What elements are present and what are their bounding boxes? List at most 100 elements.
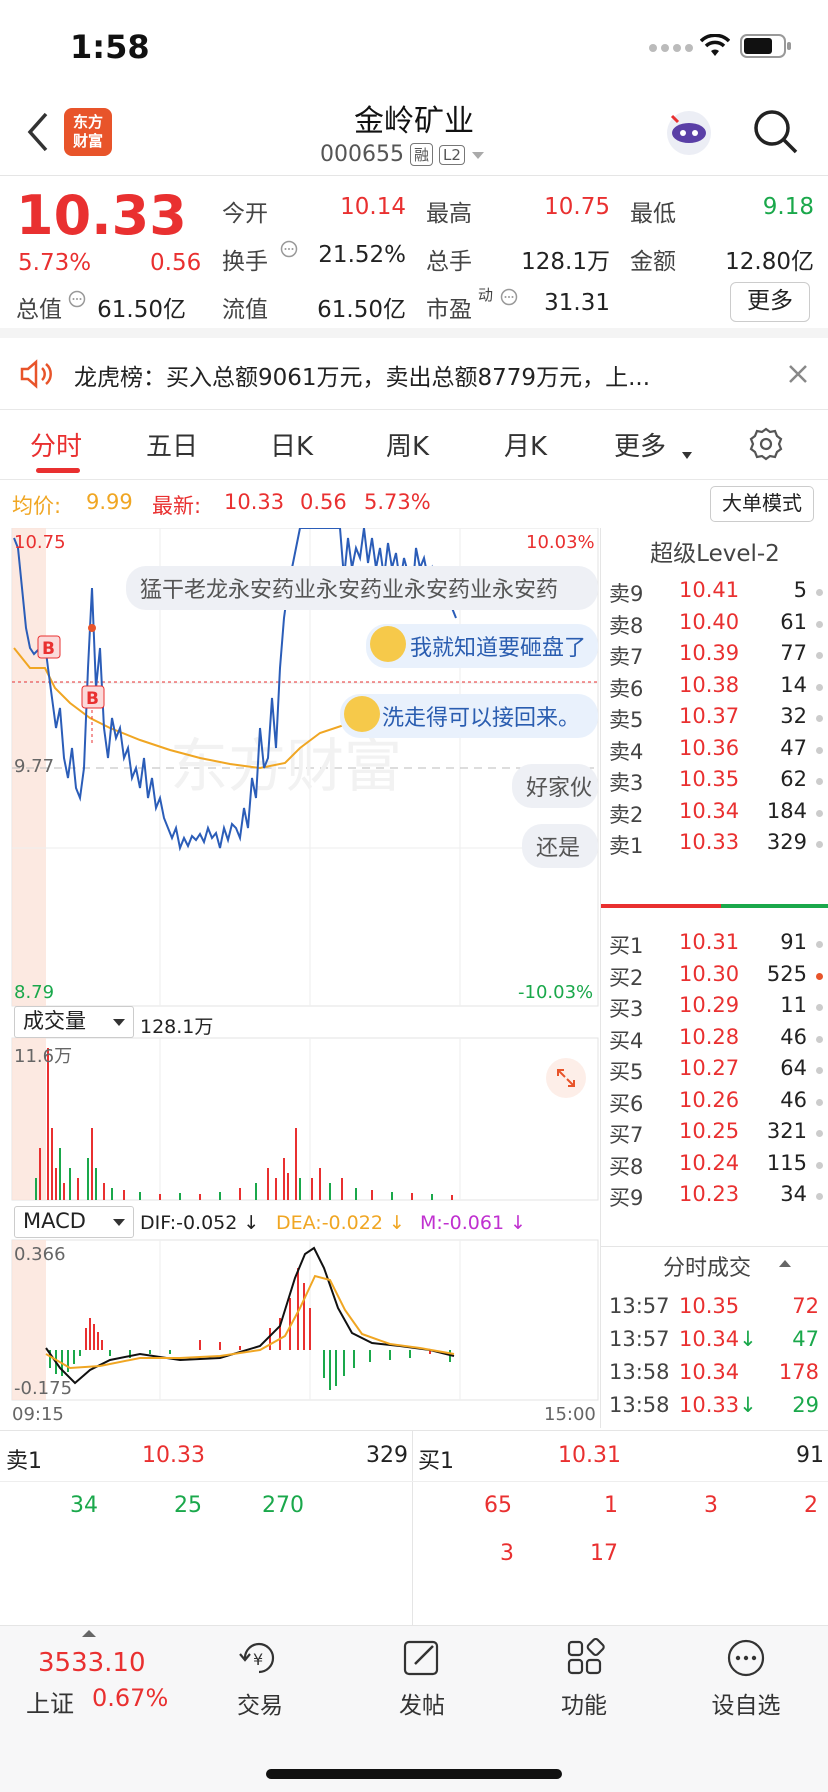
info-icon[interactable]	[500, 288, 518, 306]
robot-assistant-icon[interactable]	[664, 108, 714, 158]
bid-row[interactable]: 买5 10.27 64	[609, 1056, 827, 1086]
change-pct: 5.73%	[18, 250, 92, 276]
barrage-comment[interactable]: 还是	[522, 824, 598, 868]
ask-row[interactable]: 卖3 10.35 62	[609, 767, 827, 797]
volume-indicator-select[interactable]: 成交量	[14, 1006, 134, 1038]
margin-tag: 融	[409, 143, 433, 166]
level-volume: 32	[780, 704, 807, 728]
stock-code-row[interactable]: 000655 融 L2	[320, 142, 485, 167]
queue-sell-order: 270	[262, 1493, 304, 1518]
dot-icon	[816, 620, 823, 628]
tab-daily[interactable]: 日K	[270, 426, 313, 463]
dragon-tiger-notice[interactable]: 龙虎榜：买入总额9061万元，卖出总额8779万元，上...	[0, 338, 828, 410]
level-label: 卖4	[609, 739, 644, 764]
ask-row[interactable]: 卖4 10.36 47	[609, 736, 827, 766]
level-price: 10.34	[679, 798, 740, 823]
ask-row[interactable]: 卖5 10.37 32	[609, 704, 827, 734]
price-mid: 9.77	[14, 756, 55, 777]
ask-row[interactable]: 卖8 10.40 61	[609, 610, 827, 640]
search-icon[interactable]	[752, 108, 800, 156]
queue-buy-order: 65	[484, 1493, 512, 1518]
tab-weekly[interactable]: 周K	[386, 426, 429, 463]
bid-row[interactable]: 买6 10.26 46	[609, 1088, 827, 1118]
volume-label: 总手	[426, 249, 472, 275]
queue-sell-order: 34	[70, 1493, 98, 1518]
bid-row[interactable]: 买7 10.25 321	[609, 1119, 827, 1149]
ask-bid-ratio-bar-green	[721, 904, 828, 908]
ask-row[interactable]: 卖6 10.38 14	[609, 673, 827, 703]
tick-arrow: ↓	[739, 1327, 757, 1351]
ask-row[interactable]: 卖7 10.39 77	[609, 641, 827, 671]
bid-row[interactable]: 买4 10.28 46	[609, 1025, 827, 1055]
level-label: 卖2	[609, 802, 644, 827]
ask-row[interactable]: 卖2 10.34 184	[609, 799, 827, 829]
bid-row[interactable]: 买1 10.31 91	[609, 930, 827, 960]
big-order-mode-button[interactable]: 大单模式	[710, 486, 814, 522]
tick-trades-title[interactable]: 分时成交	[663, 1250, 751, 1282]
tick-price: 10.34	[679, 1360, 739, 1384]
bottom-nav: 3533.10 上证 0.67% ¥ 交易 发帖 功能 设自选	[0, 1625, 828, 1792]
level-label: 卖8	[609, 613, 644, 638]
level-price: 10.30	[679, 961, 740, 986]
latest-pct: 5.73%	[364, 490, 431, 514]
nav-add-watchlist[interactable]: 设自选	[696, 1638, 796, 1720]
high-label: 最高	[426, 201, 472, 227]
ask-row[interactable]: 卖9 10.41 5	[609, 578, 827, 608]
buy-marker: B	[86, 689, 99, 709]
triangle-up-icon	[779, 1260, 791, 1267]
order-book[interactable]: 超级Level-2 卖9 10.41 5 卖8 10.40 61 卖7 10.39 77 卖6 10…	[600, 528, 828, 1428]
queue-sell-label: 卖1	[6, 1449, 42, 1474]
nav-functions[interactable]: 功能	[534, 1637, 634, 1720]
nav-post[interactable]: 发帖	[372, 1638, 472, 1720]
info-icon[interactable]	[68, 290, 86, 308]
intraday-chart[interactable]: 东方财富 B B 10.75 10.03% 9.77 8.79 -10.03% …	[0, 528, 600, 1428]
barrage-comment[interactable]: 猛干老龙永安药业永安药业永安药业永安药	[126, 566, 598, 610]
level-volume: 5	[793, 578, 807, 602]
open-label: 今开	[222, 201, 268, 227]
volume-select-label: 成交量	[23, 1009, 86, 1033]
bid-row[interactable]: 买9 10.23 34	[609, 1182, 827, 1212]
index-name: 上证	[26, 1690, 74, 1718]
macd-dif: DIF:-0.052 ↓	[140, 1212, 260, 1234]
level-volume: 46	[780, 1024, 807, 1049]
tick-trade-row: 13:58 10.34 178	[609, 1360, 827, 1390]
active-tab-indicator	[36, 468, 80, 473]
bid-row[interactable]: 买8 10.24 115	[609, 1151, 827, 1181]
macd-indicator-select[interactable]: MACD	[14, 1206, 134, 1238]
settings-icon[interactable]	[748, 426, 784, 462]
tick-time: 13:58	[609, 1393, 670, 1417]
tab-more[interactable]: 更多	[614, 426, 666, 463]
bid-row[interactable]: 买3 10.29 11	[609, 993, 827, 1023]
nav-trade[interactable]: ¥ 交易	[210, 1638, 310, 1720]
level-volume: 11	[780, 993, 807, 1017]
barrage-comment[interactable]: 好家伙	[512, 764, 598, 808]
dot-icon	[816, 589, 823, 596]
tick-price-value: 10.34	[679, 1360, 740, 1384]
mktcap-label: 总值	[16, 297, 62, 323]
tick-price: 10.35	[679, 1294, 739, 1318]
nav-functions-label: 功能	[561, 1693, 607, 1719]
stock-header: 东方 财富 金岭矿业 000655 融 L2	[0, 90, 828, 176]
level-price: 10.29	[679, 993, 740, 1017]
triangle-up-icon[interactable]	[82, 1630, 96, 1638]
close-icon[interactable]	[788, 364, 808, 384]
tab-monthly[interactable]: 月K	[504, 426, 547, 463]
more-button[interactable]: 更多	[730, 282, 810, 322]
ask-row[interactable]: 卖1 10.33 329	[609, 830, 827, 860]
speaker-icon	[20, 359, 52, 389]
bid-row[interactable]: 买2 10.30 525	[609, 962, 827, 992]
tab-5day[interactable]: 五日	[146, 426, 198, 463]
index-value[interactable]: 3533.10	[38, 1648, 146, 1678]
info-icon[interactable]	[280, 240, 298, 258]
tab-intraday[interactable]: 分时	[30, 426, 82, 463]
status-time: 1:58	[70, 28, 150, 66]
time-end: 15:00	[544, 1404, 596, 1425]
level-price: 10.37	[679, 704, 740, 728]
level-volume: 64	[780, 1056, 807, 1080]
level-volume: 46	[780, 1087, 807, 1112]
dot-icon	[816, 941, 823, 948]
level-label: 买2	[609, 965, 644, 990]
expand-button[interactable]	[546, 1058, 586, 1098]
level-volume: 14	[780, 672, 807, 697]
dot-icon	[816, 1098, 823, 1106]
